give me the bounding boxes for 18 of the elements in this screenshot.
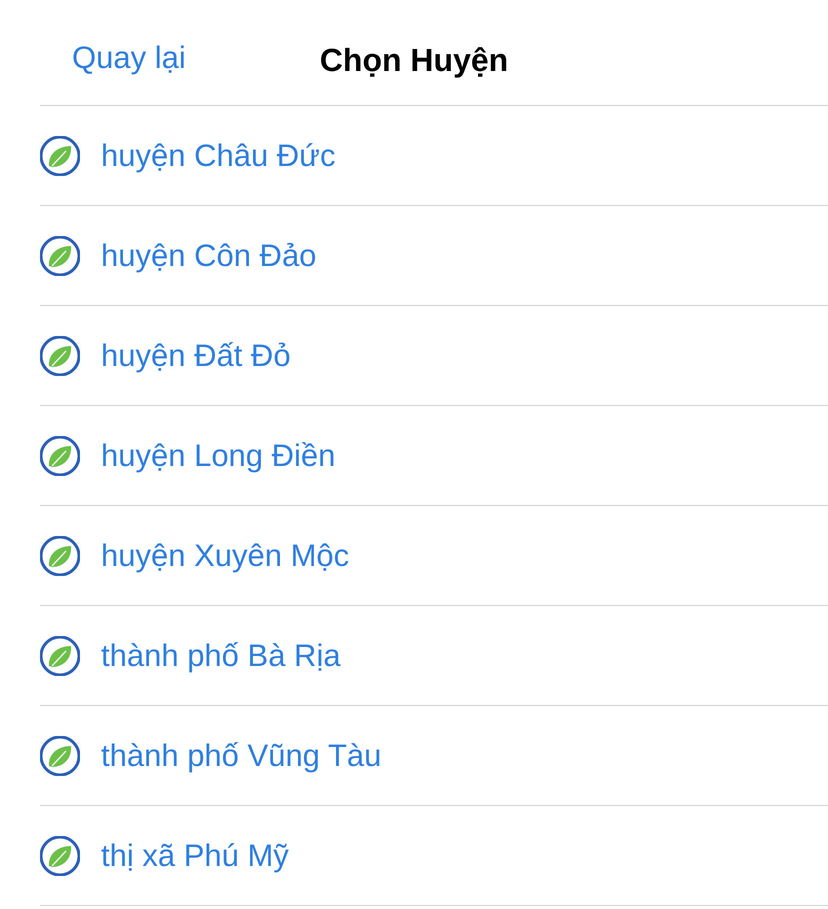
leaf-icon (40, 436, 80, 476)
list-item[interactable]: thị xã Phú Mỹ (40, 806, 828, 906)
back-button[interactable]: Quay lại (72, 40, 186, 76)
leaf-icon (40, 336, 80, 376)
screen-title: Chọn Huyện (320, 42, 508, 79)
leaf-icon (40, 636, 80, 676)
list-item[interactable]: thành phố Bà Rịa (40, 606, 828, 706)
list-item[interactable]: huyện Đất Đỏ (40, 306, 828, 406)
list-item[interactable]: huyện Xuyên Mộc (40, 506, 828, 606)
list-item[interactable]: thành phố Vũng Tàu (40, 706, 828, 806)
leaf-icon (40, 136, 80, 176)
leaf-icon (40, 836, 80, 876)
list-item[interactable]: huyện Long Điền (40, 406, 828, 506)
leaf-icon (40, 236, 80, 276)
leaf-icon (40, 536, 80, 576)
list-item[interactable]: huyện Côn Đảo (40, 206, 828, 306)
list-item[interactable]: huyện Châu Đức (40, 106, 828, 206)
leaf-icon (40, 736, 80, 776)
